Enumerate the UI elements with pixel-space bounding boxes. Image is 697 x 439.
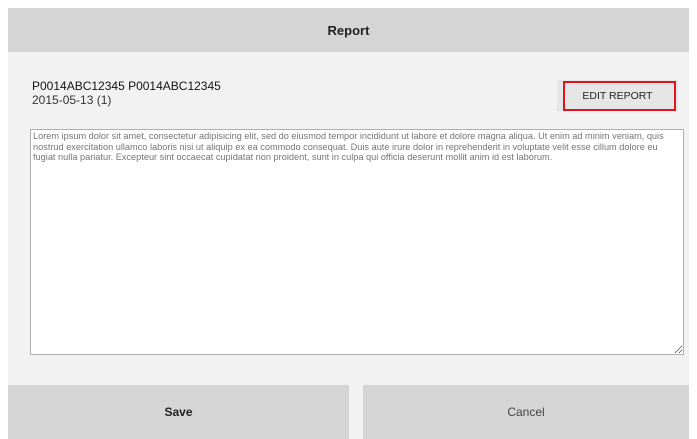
record-date: 2015-05-13 (1)	[32, 93, 112, 107]
report-dialog: Report P0014ABC12345 P0014ABC12345 2015-…	[8, 8, 689, 439]
edit-report-button[interactable]: EDIT REPORT	[557, 80, 678, 111]
record-id: P0014ABC12345 P0014ABC12345	[32, 79, 221, 93]
dialog-header: Report	[8, 8, 689, 52]
cancel-button[interactable]: Cancel	[363, 385, 689, 439]
footer-buttons: Save Cancel	[8, 385, 689, 439]
report-textarea[interactable]	[30, 129, 684, 355]
dialog-title: Report	[327, 22, 370, 38]
save-button[interactable]: Save	[8, 385, 349, 439]
